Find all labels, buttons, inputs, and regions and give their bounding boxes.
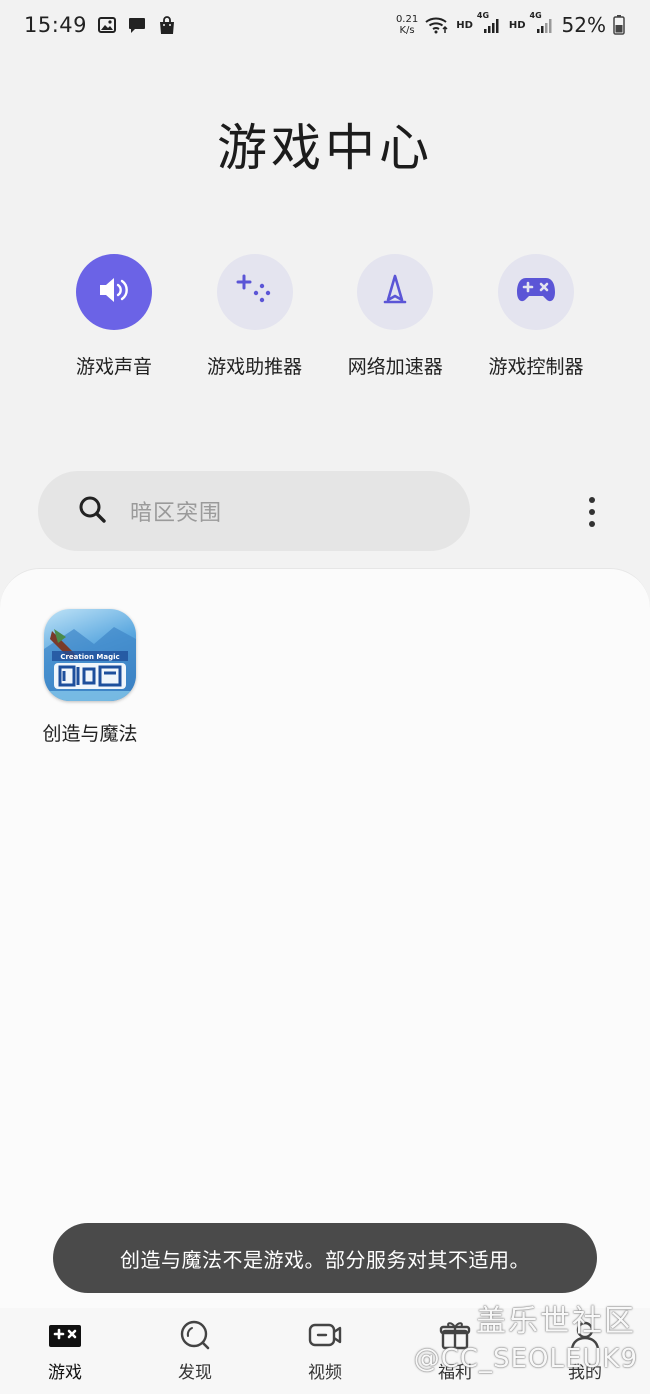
game-sound-label: 游戏声音 xyxy=(75,356,152,378)
signal-icon: 4G xyxy=(477,11,503,35)
game-sound-button[interactable]: 游戏声音 xyxy=(44,254,184,379)
network-speed-unit: K/s xyxy=(399,25,415,36)
discover-icon xyxy=(178,1318,212,1352)
speaker-icon xyxy=(97,275,131,309)
network-speed: 0.21 K/s xyxy=(396,14,418,36)
svg-text:Creation Magic: Creation Magic xyxy=(60,653,119,661)
bottom-navigation: 游戏 发现 视频 福利 我的 xyxy=(0,1308,650,1394)
status-left: 15:49 xyxy=(24,13,177,37)
search-bar[interactable]: 暗区突围 xyxy=(38,471,470,551)
game-sound-circle xyxy=(76,254,152,330)
signal-type-2: 4G xyxy=(529,11,542,20)
nav-label-profile: 我的 xyxy=(568,1363,602,1383)
game-name: 创造与魔法 xyxy=(42,723,138,745)
status-time: 15:49 xyxy=(24,13,88,37)
signal-type-1: 4G xyxy=(476,11,490,20)
more-dot xyxy=(589,497,595,503)
games-panel: Creation Magic 创造与魔法 xyxy=(0,568,650,1308)
game-booster-button[interactable]: 游戏助推器 xyxy=(185,254,325,379)
toast-notification: 创造与魔法不是游戏。部分服务对其不适用。 xyxy=(53,1223,597,1293)
network-accelerator-label: 网络加速器 xyxy=(347,356,443,378)
wifi-icon xyxy=(424,15,450,35)
nav-label-games: 游戏 xyxy=(48,1363,82,1383)
nav-label-video: 视频 xyxy=(308,1363,342,1383)
network-accelerator-button[interactable]: 网络加速器 xyxy=(325,254,465,379)
shopping-bag-icon xyxy=(157,15,177,35)
rocket-icon xyxy=(382,274,408,310)
nav-tab-games[interactable]: 游戏 xyxy=(0,1308,130,1394)
nav-tab-video[interactable]: 视频 xyxy=(260,1308,390,1394)
game-app-icon: Creation Magic xyxy=(44,609,136,701)
gamepad-icon xyxy=(516,276,556,308)
quick-actions: 游戏声音 游戏助推器 网络加速器 游戏控制器 xyxy=(44,254,606,379)
nav-label-discover: 发现 xyxy=(178,1363,212,1383)
toast-message: 创造与魔法不是游戏。部分服务对其不适用。 xyxy=(120,1247,530,1272)
more-dot xyxy=(589,521,595,527)
more-dot xyxy=(589,509,595,515)
game-booster-icon xyxy=(235,273,275,311)
video-icon xyxy=(308,1318,342,1352)
game-booster-label: 游戏助推器 xyxy=(207,356,303,378)
gallery-icon xyxy=(97,15,117,35)
gift-icon xyxy=(438,1318,472,1352)
signal-icon-2: 4G xyxy=(530,11,556,35)
game-controller-button[interactable]: 游戏控制器 xyxy=(466,254,606,379)
nav-tab-profile[interactable]: 我的 xyxy=(520,1308,650,1394)
game-controller-label: 游戏控制器 xyxy=(488,356,584,378)
nav-tab-benefits[interactable]: 福利 xyxy=(390,1308,520,1394)
profile-icon xyxy=(568,1318,602,1352)
nav-tab-discover[interactable]: 发现 xyxy=(130,1308,260,1394)
gamepad-icon xyxy=(48,1318,82,1352)
search-icon xyxy=(78,495,106,527)
more-options-button[interactable] xyxy=(572,490,612,534)
network-speed-value: 0.21 xyxy=(395,14,419,25)
message-icon xyxy=(127,15,147,35)
nav-label-benefits: 福利 xyxy=(438,1363,472,1383)
network-accelerator-circle xyxy=(357,254,434,330)
battery-icon xyxy=(612,15,626,35)
hd-badge-1: HD xyxy=(456,19,473,31)
game-tile[interactable]: Creation Magic 创造与魔法 xyxy=(32,609,148,746)
status-right: 0.21 K/s HD 4G HD 4G 52% xyxy=(396,11,626,37)
search-input[interactable]: 暗区突围 xyxy=(130,495,222,527)
game-controller-circle xyxy=(497,254,574,330)
hd-badge-2: HD xyxy=(508,19,526,31)
battery-percent: 52% xyxy=(561,13,606,37)
game-booster-circle xyxy=(216,254,293,330)
page-title: 游戏中心 xyxy=(217,119,433,177)
status-bar: 15:49 0.21 K/s HD 4G HD 4G 52% xyxy=(0,0,650,50)
